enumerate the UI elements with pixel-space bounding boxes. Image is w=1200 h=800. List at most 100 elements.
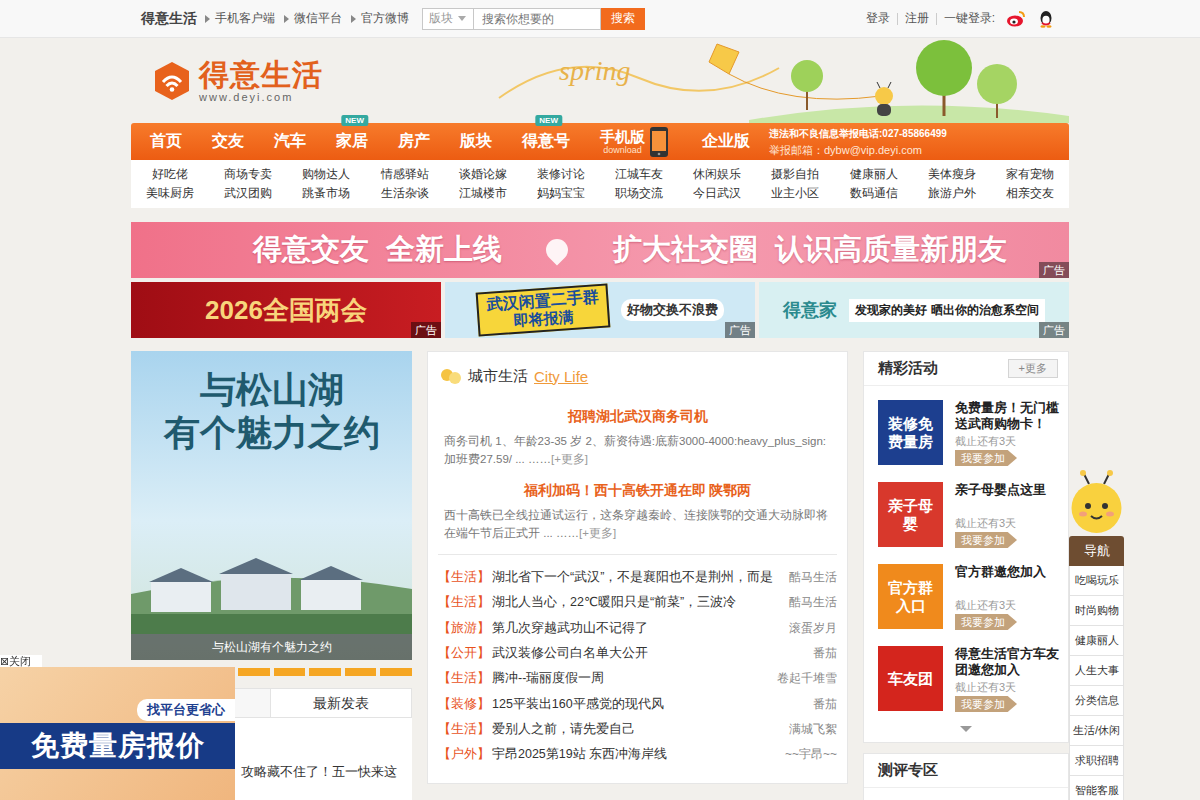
join-button[interactable]: 我要参加 xyxy=(955,450,1017,466)
floating-nav-link[interactable]: 时尚购物 xyxy=(1069,596,1124,626)
close-button[interactable]: ⊠关闭 xyxy=(0,655,42,667)
sub-nav-link[interactable]: 谈婚论嫁 xyxy=(444,165,522,184)
sub-nav-link[interactable]: 数码通信 xyxy=(834,184,912,203)
post-title[interactable]: 第几次穿越武功山不记得了 xyxy=(492,620,648,637)
event-title[interactable]: 亲子母婴点这里 xyxy=(955,482,1060,498)
nav-item[interactable]: 首页 xyxy=(135,123,197,160)
focus-carousel[interactable]: 与松山湖有个魅力之约与松山湖有个魅力之约 xyxy=(131,351,412,660)
carousel-dot[interactable] xyxy=(238,668,270,676)
post-tag[interactable]: 【生活】 xyxy=(438,670,490,687)
post-author[interactable]: ~~宇昂~~ xyxy=(779,746,837,763)
post-title[interactable]: 宇昂2025第19站 东西冲海岸线 xyxy=(492,746,667,763)
post-row[interactable]: 【装修】125平装出160平感觉的现代风 番茄 xyxy=(438,691,837,716)
floating-nav-title[interactable]: 导航 xyxy=(1069,536,1124,566)
top-link[interactable]: 手机客户端 xyxy=(205,10,275,27)
join-button[interactable]: 我要参加 xyxy=(955,614,1017,630)
sub-nav-link[interactable]: 美味厨房 xyxy=(131,184,209,203)
sub-nav-link[interactable]: 妈妈宝宝 xyxy=(522,184,600,203)
post-title[interactable]: 爱别人之前，请先爱自己 xyxy=(492,721,635,738)
post-row[interactable]: 【生活】湖北人当心，22℃暖阳只是“前菜”，三波冷酷马生活 xyxy=(438,590,837,615)
post-author[interactable]: 番茄 xyxy=(807,645,837,662)
post-row[interactable]: 【户外】宇昂2025第19站 东西冲海岸线 ~~宇昂~~ xyxy=(438,742,837,767)
post-tag[interactable]: 【装修】 xyxy=(438,696,490,713)
search-scope-select[interactable]: 版块 xyxy=(422,8,474,30)
floating-nav-link[interactable]: 健康丽人 xyxy=(1069,626,1124,656)
sub-nav-link[interactable]: 武汉团购 xyxy=(209,184,287,203)
post-author[interactable]: 卷起千堆雪 xyxy=(771,670,837,687)
nav-item[interactable]: 汽车 xyxy=(259,123,321,160)
search-button[interactable]: 搜索 xyxy=(601,8,645,30)
post-row[interactable]: 【旅游】第几次穿越武功山不记得了 滚蛋岁月 xyxy=(438,616,837,641)
sub-nav-link[interactable]: 健康丽人 xyxy=(834,165,912,184)
login-link[interactable]: 登录 xyxy=(866,10,890,27)
more-link[interactable]: [+更多] xyxy=(579,527,616,539)
nav-item[interactable]: 企业版 xyxy=(687,123,765,160)
post-tag[interactable]: 【旅游】 xyxy=(438,620,490,637)
nav-item[interactable]: NEW得意号 xyxy=(507,123,585,160)
event-title[interactable]: 得意生活官方车友团邀您加入 xyxy=(955,646,1060,678)
post-row[interactable]: 【生活】爱别人之前，请先爱自己 满城飞絮 xyxy=(438,717,837,742)
sub-nav-link[interactable]: 生活杂谈 xyxy=(365,184,443,203)
post-title[interactable]: 湖北人当心，22℃暖阳只是“前菜”，三波冷 xyxy=(492,594,736,611)
event-thumbnail[interactable]: 亲子母婴 xyxy=(878,482,943,547)
sub-nav-link[interactable]: 江城车友 xyxy=(600,165,678,184)
event-title[interactable]: 官方群邀您加入 xyxy=(955,564,1060,580)
sub-nav-link[interactable]: 相亲交友 xyxy=(991,184,1069,203)
nav-item[interactable]: 房产 xyxy=(383,123,445,160)
floating-nav-link[interactable]: 智能客服 xyxy=(1069,776,1124,800)
floating-nav-link[interactable]: 求职招聘 xyxy=(1069,746,1124,776)
sub-nav-link[interactable]: 商场专卖 xyxy=(209,165,287,184)
event-thumbnail[interactable]: 装修免费量房 xyxy=(878,400,943,465)
tab[interactable]: 最新发表 xyxy=(271,689,411,717)
sub-nav-link[interactable]: 职场交流 xyxy=(600,184,678,203)
post-author[interactable]: 酷马生活 xyxy=(783,569,837,586)
post-title[interactable]: 武汉装修公司白名单大公开 xyxy=(492,645,648,662)
ad-banner[interactable]: 得意交友 全新上线扩大社交圈 认识高质量新朋友广告 xyxy=(131,222,1069,278)
post-title[interactable]: 湖北省下一个“武汉”，不是襄阳也不是荆州，而是 xyxy=(492,569,773,586)
top-link[interactable]: 微信平台 xyxy=(284,10,342,27)
post-row[interactable]: 【生活】湖北省下一个“武汉”，不是襄阳也不是荆州，而是酷马生活 xyxy=(438,565,837,590)
sub-nav-link[interactable]: 情感驿站 xyxy=(365,165,443,184)
nav-item[interactable]: 交友 xyxy=(197,123,259,160)
post-row[interactable]: 【生活】腾冲--瑞丽度假一周 卷起千堆雪 xyxy=(438,666,837,691)
post-link[interactable]: 攻略藏不住了！五一快来这 xyxy=(241,762,404,782)
sub-nav-link[interactable]: 家有宠物 xyxy=(991,165,1069,184)
post-title[interactable]: 125平装出160平感觉的现代风 xyxy=(492,696,664,713)
ad-card[interactable]: 得意家发现家的美好 晒出你的治愈系空间广告 xyxy=(759,282,1069,338)
carousel-dot[interactable] xyxy=(309,668,341,676)
event-thumbnail[interactable]: 车友团 xyxy=(878,646,943,711)
search-input[interactable] xyxy=(474,8,601,30)
floating-nav-link[interactable]: 人生大事 xyxy=(1069,656,1124,686)
floating-nav-link[interactable]: 分类信息 xyxy=(1069,686,1124,716)
post-author[interactable]: 番茄 xyxy=(807,696,837,713)
qq-icon[interactable] xyxy=(1037,10,1055,28)
post-tag[interactable]: 【生活】 xyxy=(438,569,490,586)
post-author[interactable]: 满城飞絮 xyxy=(783,721,837,738)
sub-nav-link[interactable]: 装修讨论 xyxy=(522,165,600,184)
more-button[interactable]: +更多 xyxy=(1008,359,1058,378)
nav-item[interactable]: NEW家居 xyxy=(321,123,383,160)
nav-item[interactable]: 手机版download xyxy=(585,123,687,160)
featured-title[interactable]: 招聘湖北武汉商务司机 xyxy=(444,404,831,428)
sub-nav-link[interactable]: 业主小区 xyxy=(756,184,834,203)
join-button[interactable]: 我要参加 xyxy=(955,696,1017,712)
floating-ad-card[interactable]: 找平台更省心免费量房报价 xyxy=(0,667,235,800)
sub-nav-link[interactable]: 跳蚤市场 xyxy=(287,184,365,203)
site-logo[interactable]: 得意生活www.deyi.com xyxy=(151,58,323,103)
weibo-icon[interactable] xyxy=(1006,10,1026,28)
scroll-down-icon[interactable] xyxy=(960,726,972,732)
top-link[interactable]: 官方微博 xyxy=(351,10,409,27)
register-link[interactable]: 注册 xyxy=(905,10,929,27)
post-tag[interactable]: 【生活】 xyxy=(438,721,490,738)
nav-item[interactable]: 版块 xyxy=(445,123,507,160)
post-tag[interactable]: 【户外】 xyxy=(438,746,490,763)
carousel-dot[interactable] xyxy=(345,668,377,676)
ad-card[interactable]: 2026全国两会广告 xyxy=(131,282,441,338)
ad-card[interactable]: 武汉闲置二手群即将报满好物交换不浪费广告 xyxy=(445,282,755,338)
carousel-dot[interactable] xyxy=(274,668,306,676)
post-author[interactable]: 酷马生活 xyxy=(783,594,837,611)
post-title[interactable]: 腾冲--瑞丽度假一周 xyxy=(492,670,604,687)
sub-nav-link[interactable]: 摄影自拍 xyxy=(756,165,834,184)
sub-nav-link[interactable]: 好吃佬 xyxy=(131,165,209,184)
post-author[interactable]: 滚蛋岁月 xyxy=(783,620,837,637)
